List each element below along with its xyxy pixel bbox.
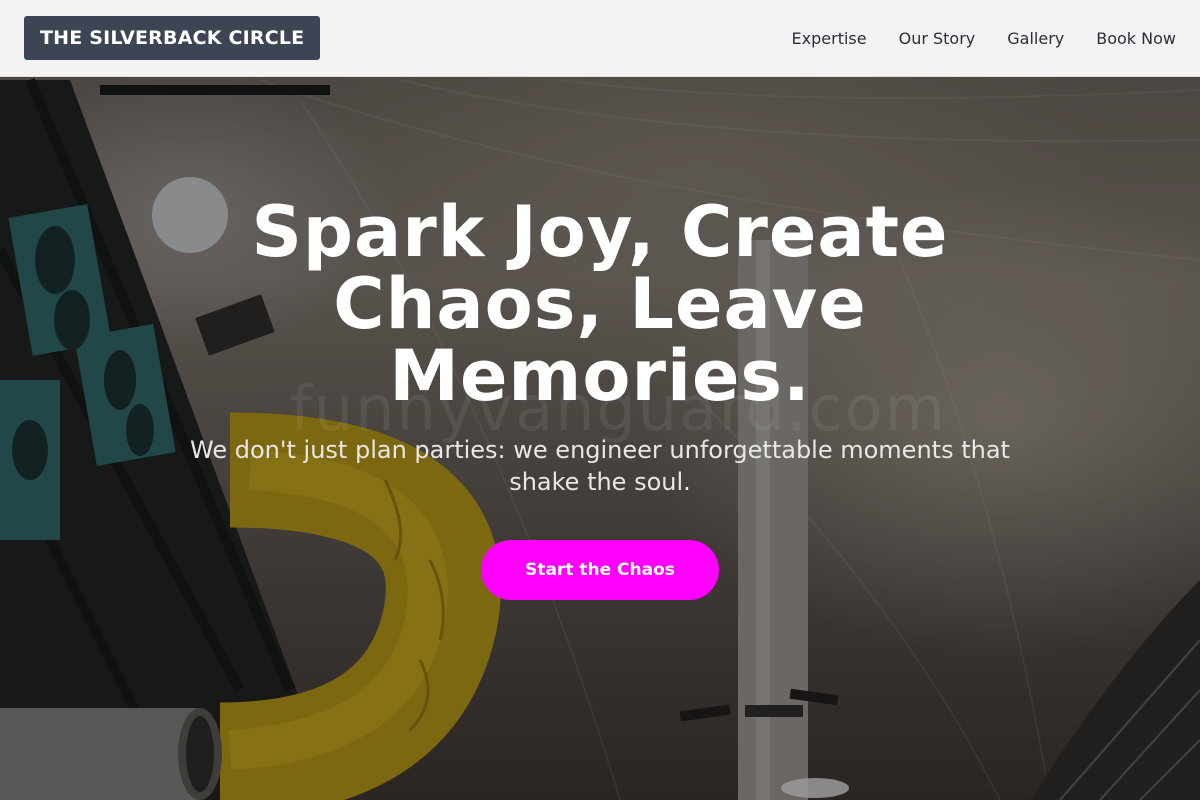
hero-subheadline: We don't just plan parties: we engineer … <box>190 436 1010 496</box>
nav-link-book-now[interactable]: Book Now <box>1096 29 1176 48</box>
hero-headline: Spark Joy, Create Chaos, Leave Memories. <box>251 191 949 417</box>
start-the-chaos-button[interactable]: Start the Chaos <box>481 540 719 600</box>
hero-section: Spark Joy, Create Chaos, Leave Memories.… <box>0 196 1200 600</box>
nav-link-our-story[interactable]: Our Story <box>899 29 976 48</box>
brand-logo-button[interactable]: THE SILVERBACK CIRCLE <box>24 16 321 60</box>
nav-link-expertise[interactable]: Expertise <box>792 29 867 48</box>
nav-link-gallery[interactable]: Gallery <box>1007 29 1064 48</box>
top-navbar: THE SILVERBACK CIRCLE Expertise Our Stor… <box>0 0 1200 77</box>
nav-links: Expertise Our Story Gallery Book Now <box>792 29 1176 48</box>
